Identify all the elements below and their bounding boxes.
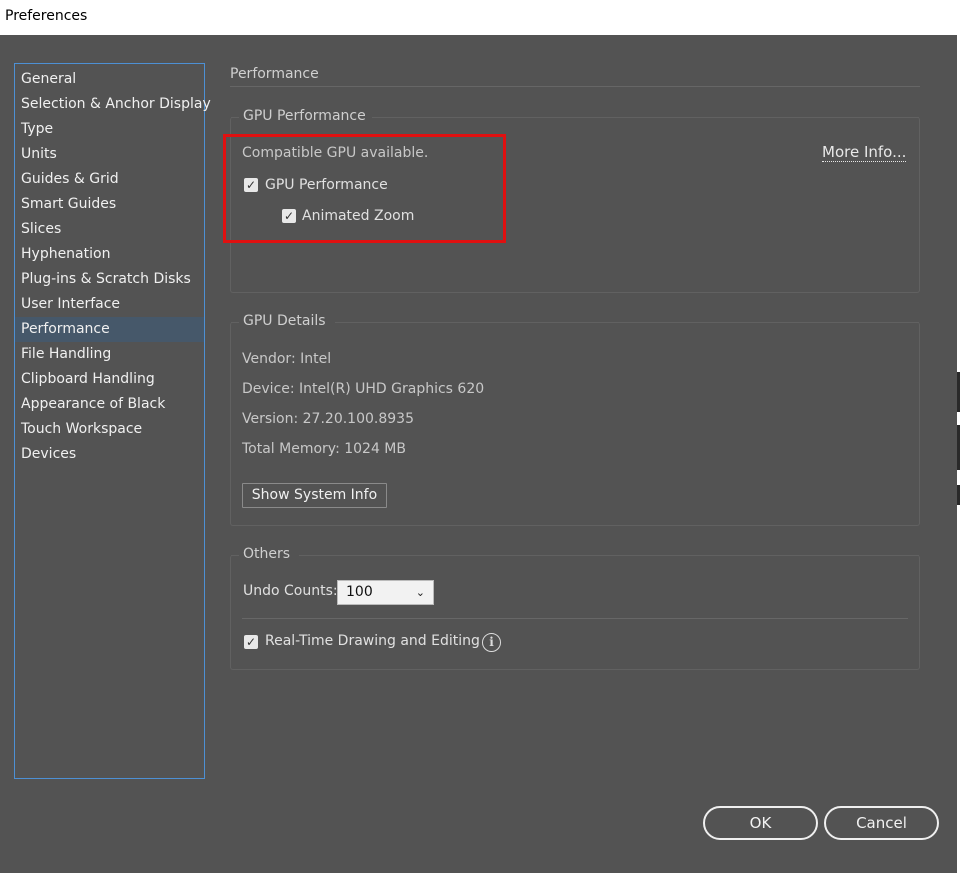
sidebar-item-slices[interactable]: Slices [15, 217, 204, 242]
chevron-down-icon: ⌄ [415, 586, 425, 599]
gpu-total-memory: Total Memory: 1024 MB [242, 441, 406, 457]
title-divider [230, 86, 920, 87]
group-border [299, 555, 919, 556]
page-title: Performance [230, 66, 319, 82]
cancel-button[interactable]: Cancel [824, 806, 939, 840]
realtime-drawing-checkbox[interactable]: ✓ [244, 635, 258, 649]
preferences-sidebar: General Selection & Anchor Display Type … [14, 63, 211, 779]
undo-counts-select[interactable]: 100 ⌄ [337, 580, 434, 605]
ok-button[interactable]: OK [703, 806, 818, 840]
sidebar-item-hyphenation[interactable]: Hyphenation [15, 242, 204, 267]
highlight-annotation [223, 134, 506, 243]
sidebar-item-type[interactable]: Type [15, 117, 204, 142]
others-group: Others [230, 546, 920, 670]
sidebar-item-units[interactable]: Units [15, 142, 204, 167]
sidebar-item-performance[interactable]: Performance [15, 317, 204, 342]
show-system-info-button[interactable]: Show System Info [242, 483, 387, 508]
group-border [335, 322, 919, 323]
sidebar-item-selection-anchor-display[interactable]: Selection & Anchor Display [15, 92, 211, 117]
group-border [365, 117, 919, 118]
undo-counts-value: 100 [346, 584, 373, 600]
sidebar-item-clipboard-handling[interactable]: Clipboard Handling [15, 367, 204, 392]
window-title: Preferences [0, 0, 960, 35]
sidebar-item-plugins-scratch-disks[interactable]: Plug-ins & Scratch Disks [15, 267, 204, 292]
group-border [231, 555, 239, 556]
sidebar-item-devices[interactable]: Devices [15, 442, 204, 467]
gpu-details-legend: GPU Details [243, 313, 332, 329]
undo-counts-label: Undo Counts: [243, 583, 338, 599]
others-divider [242, 618, 908, 619]
sidebar-item-general[interactable]: General [15, 67, 204, 92]
gpu-device: Device: Intel(R) UHD Graphics 620 [242, 381, 485, 397]
sidebar-item-guides-grid[interactable]: Guides & Grid [15, 167, 204, 192]
gpu-version: Version: 27.20.100.8935 [242, 411, 414, 427]
group-border [231, 322, 239, 323]
sidebar-item-smart-guides[interactable]: Smart Guides [15, 192, 204, 217]
gpu-vendor: Vendor: Intel [242, 351, 332, 367]
more-info-link[interactable]: More Info... [822, 143, 907, 162]
sidebar-item-appearance-of-black[interactable]: Appearance of Black [15, 392, 204, 417]
group-border [231, 117, 239, 118]
realtime-drawing-checkbox-label[interactable]: Real-Time Drawing and Editing [265, 633, 480, 649]
info-icon[interactable]: i [482, 633, 501, 652]
sidebar-item-user-interface[interactable]: User Interface [15, 292, 204, 317]
others-legend: Others [243, 546, 297, 562]
sidebar-item-touch-workspace[interactable]: Touch Workspace [15, 417, 204, 442]
gpu-performance-legend: GPU Performance [243, 108, 372, 124]
sidebar-item-file-handling[interactable]: File Handling [15, 342, 204, 367]
